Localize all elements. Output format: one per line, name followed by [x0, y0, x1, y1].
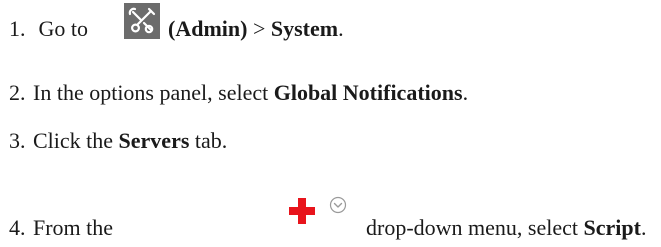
chevron-down-circle-icon: [329, 196, 347, 214]
step-2: 2. In the options panel, select Global No…: [9, 80, 468, 106]
step-number: 3.: [9, 128, 26, 153]
global-notifications-label: Global Notifications: [273, 80, 463, 105]
step-text: drop-down menu, select: [366, 215, 584, 240]
step-number: 4.: [9, 215, 26, 240]
system-label: System: [270, 16, 339, 41]
servers-label: Servers: [118, 128, 190, 153]
step-number: 2.: [9, 80, 26, 105]
red-plus-icon: [287, 196, 317, 226]
step-text: Click the: [33, 128, 119, 153]
step-text: Go to: [38, 16, 89, 41]
step-text: From the: [33, 215, 114, 240]
punctuation: .: [338, 16, 344, 41]
punctuation: .: [462, 80, 469, 105]
step-3: 3. Click the Servers tab.: [9, 128, 227, 154]
step-1: 1. Go to: [9, 16, 88, 42]
step-1-rest: (Admin) > System.: [168, 16, 344, 42]
step-4-rest: drop-down menu, select Script.: [366, 215, 646, 241]
step-4: 4. From the: [9, 215, 113, 241]
admin-label: (Admin): [168, 16, 248, 41]
punctuation: .: [640, 215, 647, 240]
admin-tools-icon: [124, 3, 160, 39]
step-text-end: tab.: [189, 128, 228, 153]
step-number: 1.: [9, 16, 26, 41]
separator: >: [247, 16, 271, 41]
step-text: In the options panel, select: [33, 80, 274, 105]
script-label: Script: [583, 215, 641, 240]
